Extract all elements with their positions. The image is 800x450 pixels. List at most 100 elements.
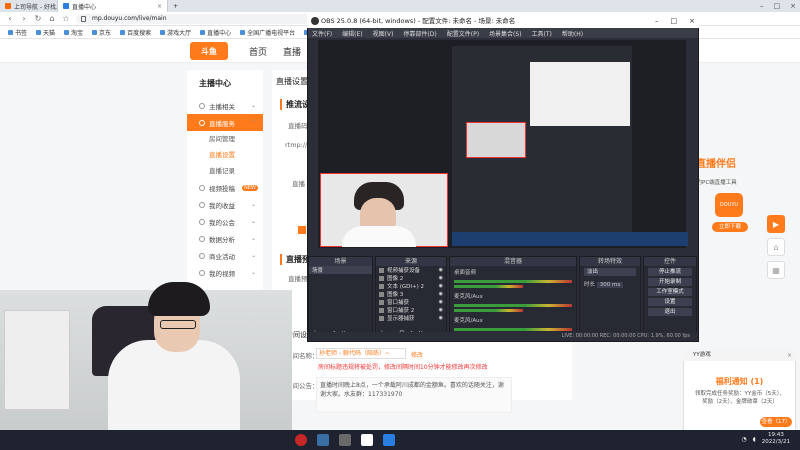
source-item[interactable]: 文本 (GDI+) 2 ◉ [376, 282, 446, 290]
home-icon[interactable]: ⌂ [48, 14, 56, 23]
guild-icon [199, 218, 205, 225]
bookmark-item[interactable]: 京东 [92, 28, 111, 37]
nav-live[interactable]: 直播 [283, 45, 301, 58]
sidebar-item[interactable]: 数据分析 ⌄ [187, 230, 263, 247]
volume-icon[interactable]: ◖ [753, 436, 756, 443]
eye-icon[interactable]: ◉ [439, 275, 443, 281]
browser-taskbar-icon[interactable] [383, 434, 395, 446]
network-icon[interactable]: ◔ [741, 436, 746, 443]
preview-facecam-small [466, 122, 526, 158]
sidebar-subitem[interactable]: 直播设置 [187, 147, 263, 163]
source-item[interactable]: 视频捕获设备 ◉ [376, 266, 446, 274]
obs-menu-item[interactable]: 停靠部件(D) [403, 29, 436, 38]
source-item[interactable]: 窗口捕获 2 ◉ [376, 306, 446, 314]
sidebar: 主播中心 主播相关 ⌄ 直播服务 ⌃ 房间管理 直播设置 直播记录 视频投稿 NEW ⌄ 我的收益 ⌄… [187, 70, 263, 300]
source-item[interactable]: 图像 2 ◉ [376, 274, 446, 282]
source-type-icon [379, 299, 384, 305]
bookmark-item[interactable]: 书签 [8, 28, 27, 37]
sidebar-item[interactable]: 我的收益 ⌄ [187, 196, 263, 213]
source-type-icon [379, 315, 384, 321]
bookmark-item[interactable]: 直播中心 [200, 28, 231, 37]
bookmark-item[interactable]: 全国广播电视平台 [240, 28, 295, 37]
sidebar-item[interactable]: 我的公会 ⌄ [187, 213, 263, 230]
live-icon [199, 119, 205, 126]
maximize-icon[interactable]: □ [671, 14, 678, 28]
bookmark-item[interactable]: 游戏大厅 [160, 28, 191, 37]
source-item[interactable]: 显示器捕获 ◉ [376, 314, 446, 322]
control-button[interactable]: 停止推流 [648, 268, 692, 276]
room-name-field[interactable]: 孙老师 - 聊代码（陪练）~ [316, 348, 406, 359]
source-label: 窗口捕获 2 [387, 308, 415, 314]
star-icon[interactable]: ☆ [62, 14, 70, 23]
new-tab-button[interactable]: + [168, 0, 182, 12]
close-icon[interactable]: × [790, 2, 796, 10]
maximize-icon[interactable]: □ [774, 2, 781, 10]
controls-panel: 控件 停止推流 开始录制 工作室模式 设置 退出 [643, 256, 697, 340]
eye-icon[interactable]: ◉ [439, 291, 443, 297]
bookmark-item[interactable]: 天猫 [36, 28, 55, 37]
qrcode-icon[interactable]: ▦ [767, 261, 785, 279]
audio-meter-desktop [454, 280, 572, 283]
home-icon[interactable]: ⌂ [767, 238, 785, 256]
clock[interactable]: 19:43 2022/3/21 [762, 432, 790, 446]
webcam-person-body [108, 340, 240, 430]
close-icon[interactable]: × [787, 350, 792, 361]
eye-icon[interactable]: ◉ [439, 267, 443, 273]
obs-menu-item[interactable]: 文件(F) [312, 29, 332, 38]
app-icon[interactable] [317, 434, 329, 446]
tab-favicon-icon [63, 3, 69, 9]
obs-menu-item[interactable]: 视图(V) [373, 29, 394, 38]
back-icon[interactable]: ‹ [6, 14, 14, 23]
source-item[interactable]: 图像 3 ◉ [376, 290, 446, 298]
bookmark-item[interactable]: 百度搜索 [120, 28, 151, 37]
scene-item[interactable]: 场景 [309, 266, 372, 274]
nav-home[interactable]: 首页 [249, 45, 267, 58]
sidebar-item[interactable]: 商业活动 ⌄ [187, 247, 263, 264]
duration-input[interactable]: 300 ms [596, 282, 624, 288]
eye-icon[interactable]: ◉ [439, 283, 443, 289]
sidebar-item[interactable]: 视频投稿 NEW ⌄ [187, 179, 263, 196]
volume-slider[interactable] [454, 285, 524, 288]
notification-view-button[interactable]: 查看（17） [760, 417, 792, 427]
record-app-icon[interactable] [295, 434, 307, 446]
announcement-field[interactable]: 直播时间晚上8点，一个承载阿川成都的金额鱼。喜欢的话随关注，谢谢大家。水友群：1… [316, 377, 512, 413]
tab-live-center[interactable]: 直播中心 × [58, 0, 168, 12]
forward-icon[interactable]: › [20, 14, 28, 23]
sidebar-subitem[interactable]: 直播记录 [187, 163, 263, 179]
minimize-icon[interactable]: – [760, 2, 764, 10]
sidebar-subitem[interactable]: 房间管理 [187, 131, 263, 147]
sidebar-item[interactable]: 直播服务 ⌃ [187, 114, 263, 131]
source-item[interactable]: 窗口捕获 ◉ [376, 298, 446, 306]
sidebar-item[interactable]: 我的视频 ⌄ [187, 264, 263, 281]
douyu-logo[interactable]: 斗鱼 [190, 42, 228, 60]
eye-icon[interactable]: ◉ [439, 307, 443, 313]
reload-icon[interactable]: ↻ [34, 14, 42, 23]
eye-icon[interactable]: ◉ [439, 299, 443, 305]
download-button[interactable]: 立即下载 [712, 222, 748, 232]
obs-menu-item[interactable]: 配置文件(P) [447, 29, 479, 38]
bookmark-icon [200, 29, 206, 35]
system-tray: ◔ ◖ 19:43 2022/3/21 [741, 432, 790, 446]
obs-menu-item[interactable]: 帮助(H) [562, 29, 583, 38]
obs-taskbar-icon[interactable] [361, 434, 373, 446]
control-button[interactable]: 开始录制 [648, 278, 692, 286]
control-button[interactable]: 退出 [648, 308, 692, 316]
minimize-icon[interactable]: – [655, 14, 659, 28]
tab-home[interactable]: 上司导航 - 好找上司 从这里开始 [0, 0, 58, 12]
obs-menu-item[interactable]: 场景集合(S) [489, 29, 522, 38]
edit-room-link[interactable]: 修改 [411, 350, 423, 359]
bookmark-item[interactable]: 淘宝 [64, 28, 83, 37]
sidebar-item[interactable]: 主播相关 ⌄ [187, 97, 263, 114]
eye-icon[interactable]: ◉ [439, 315, 443, 321]
app-icon[interactable] [339, 434, 351, 446]
close-icon[interactable]: × [689, 14, 695, 28]
control-button[interactable]: 设置 [648, 298, 692, 306]
control-button[interactable]: 工作室模式 [648, 288, 692, 296]
close-icon[interactable]: × [157, 3, 162, 10]
bookmark-label: 京东 [99, 29, 112, 37]
transition-select[interactable]: 淡出 [584, 268, 636, 276]
volume-slider[interactable] [454, 309, 524, 312]
obs-menu-item[interactable]: 工具(T) [532, 29, 552, 38]
obs-menu-item[interactable]: 编辑(E) [342, 29, 362, 38]
play-icon[interactable]: ▶ [767, 215, 785, 233]
